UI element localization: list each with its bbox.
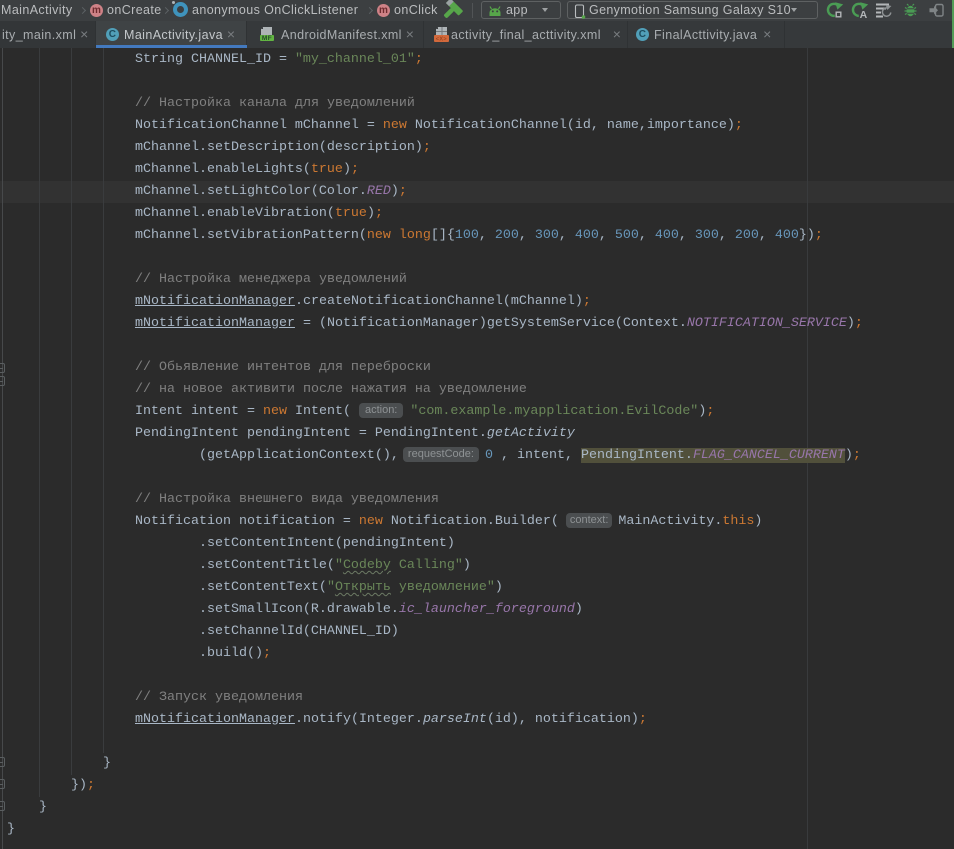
svg-text:<X>: <X> <box>436 36 447 42</box>
svg-text:MF: MF <box>262 35 272 42</box>
svg-text:A: A <box>860 9 868 20</box>
